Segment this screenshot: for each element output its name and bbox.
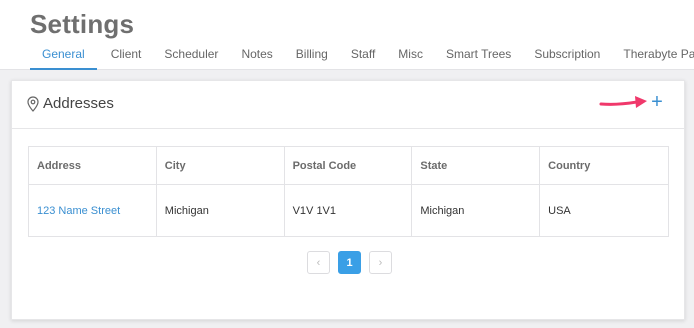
add-address-button[interactable]: + [646,91,668,113]
column-header-city[interactable]: City [155,146,285,185]
tab-therabyte-pay[interactable]: Therabyte Pay [623,44,694,70]
state-cell: Michigan [411,184,541,237]
column-header-state[interactable]: State [411,146,541,185]
tab-scheduler[interactable]: Scheduler [164,44,218,70]
tab-smart-trees[interactable]: Smart Trees [446,44,511,70]
address-link[interactable]: 123 Name Street [37,205,120,217]
tab-staff[interactable]: Staff [351,44,375,70]
country-cell: USA [539,184,669,237]
address-cell[interactable]: 123 Name Street [28,184,157,237]
arrow-right-icon [599,93,649,113]
top-bar: Settings General Client Scheduler Notes … [0,0,694,70]
map-pin-icon [27,96,39,112]
page-button-current[interactable]: 1 [338,251,361,274]
table-header-row: Address City Postal Code State Country [28,146,669,185]
card-title: Addresses [43,95,114,112]
tab-general[interactable]: General [30,44,97,70]
tab-billing[interactable]: Billing [296,44,328,70]
tab-misc[interactable]: Misc [398,44,423,70]
addresses-card: Addresses + Address City Postal Code Sta… [11,80,685,320]
tab-notes[interactable]: Notes [241,44,272,70]
addresses-table: Address City Postal Code State Country 1… [28,146,669,237]
city-cell: Michigan [155,184,285,237]
card-header: Addresses + [12,81,684,129]
table-row: 123 Name Street Michigan V1V 1V1 Michiga… [28,184,669,237]
page-title: Settings [30,9,135,39]
postal-code-cell: V1V 1V1 [283,184,413,237]
previous-page-button[interactable]: ‹ [307,251,330,274]
tab-subscription[interactable]: Subscription [534,44,600,70]
next-page-button[interactable]: › [369,251,392,274]
tab-client[interactable]: Client [111,44,142,70]
column-header-postal-code[interactable]: Postal Code [283,146,413,185]
column-header-address[interactable]: Address [28,146,157,185]
settings-tabs: General Client Scheduler Notes Billing S… [30,44,694,70]
column-header-country[interactable]: Country [539,146,669,185]
pagination: ‹ 1 › [307,251,392,275]
